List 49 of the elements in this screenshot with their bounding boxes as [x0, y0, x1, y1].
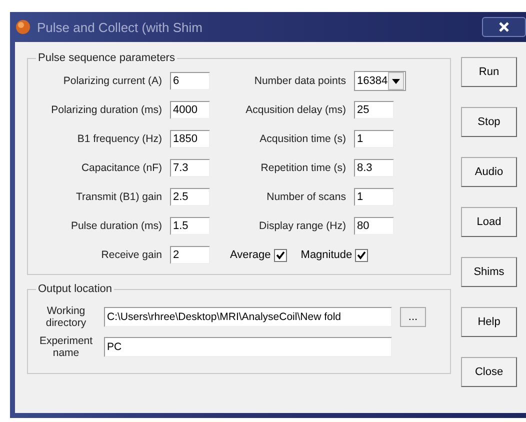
action-button[interactable]: Run — [461, 57, 517, 87]
field-label: Acqusition time (s) — [258, 133, 346, 145]
field-label: Display range (Hz) — [258, 220, 346, 232]
group-title: Pulse sequence parameters — [37, 52, 176, 64]
action-button[interactable]: Shims — [461, 257, 517, 287]
dropdown-arrow-icon — [392, 78, 400, 84]
field-label: Capacitance (nF) — [80, 162, 162, 174]
action-button[interactable]: Stop — [461, 107, 517, 137]
checkbox-label: Average — [230, 249, 271, 261]
input-field[interactable]: 1850 — [170, 130, 210, 148]
input-field[interactable]: 8.3 — [354, 159, 394, 177]
close-icon — [499, 22, 509, 32]
browse-button[interactable]: ... — [400, 307, 426, 327]
input-field[interactable]: 2.5 — [170, 188, 210, 206]
field-label: Transmit (B1) gain — [75, 191, 162, 203]
input-field[interactable]: PC — [104, 337, 392, 357]
input-field[interactable]: 4000 — [170, 101, 210, 119]
checkbox[interactable] — [355, 248, 368, 262]
action-button[interactable]: Help — [461, 307, 517, 337]
field-label: Number of scans — [266, 191, 346, 203]
group-title: Output location — [37, 283, 113, 295]
window-title: Pulse and Collect (with Shim — [37, 20, 202, 34]
input-field[interactable]: 1 — [354, 130, 394, 148]
dropdown[interactable]: 16384 — [354, 71, 406, 91]
action-button[interactable]: Audio — [461, 157, 517, 187]
field-label: B1 frequency (Hz) — [76, 133, 162, 145]
action-button[interactable]: Load — [461, 207, 517, 237]
field-label: Pulse duration (ms) — [70, 220, 162, 232]
field-label: Number data points — [253, 75, 346, 87]
field-label: Experiment name — [38, 335, 94, 359]
field-label: Repetition time (s) — [260, 162, 346, 174]
input-field[interactable]: 6 — [170, 72, 210, 90]
close-button[interactable] — [482, 17, 526, 37]
input-field[interactable]: 1.5 — [170, 217, 210, 235]
input-field[interactable]: 2 — [170, 246, 210, 264]
field-label: Receive gain — [100, 249, 162, 261]
input-field[interactable]: 80 — [354, 217, 394, 235]
checkbox[interactable] — [274, 248, 287, 262]
checkbox-label: Magnitude — [300, 249, 352, 261]
field-label: Polarizing duration (ms) — [50, 104, 162, 116]
action-button[interactable]: Close — [461, 357, 517, 387]
field-label: Polarizing current (A) — [62, 75, 162, 87]
field-label: Working directory — [44, 305, 88, 329]
input-field[interactable]: 25 — [354, 101, 394, 119]
path-field[interactable]: C:\Users\rhree\Desktop\MRI\AnalyseCoil\New fold — [104, 307, 392, 327]
input-field[interactable]: 7.3 — [170, 159, 210, 177]
input-field[interactable]: 1 — [354, 188, 394, 206]
field-label: Acqusition delay (ms) — [244, 104, 346, 116]
app-icon — [15, 19, 31, 35]
